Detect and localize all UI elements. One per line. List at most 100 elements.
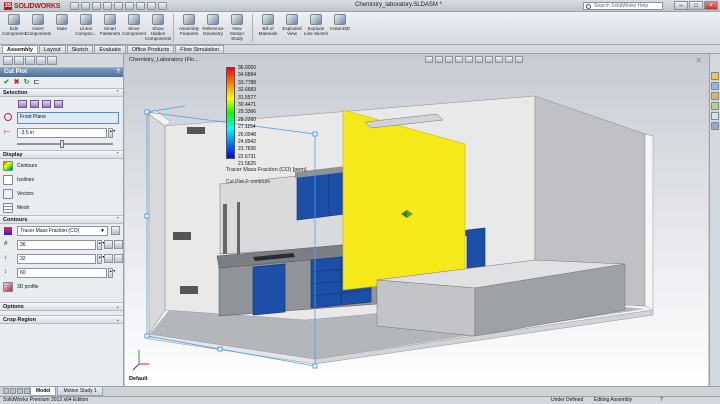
tab-layout[interactable]: Layout bbox=[39, 45, 66, 53]
ribbon-button[interactable]: New Motion Study bbox=[225, 12, 249, 44]
section-contours[interactable]: Contours ⌃ bbox=[0, 215, 123, 224]
ribbon-button[interactable]: Assembly Features bbox=[177, 12, 201, 44]
maximize-button[interactable]: □ bbox=[689, 1, 703, 10]
tab-motion-study[interactable]: Motion Study 1 bbox=[57, 387, 103, 396]
help-icon[interactable]: ? bbox=[116, 68, 120, 77]
ribbon-button[interactable]: Show Hidden Components bbox=[145, 12, 171, 44]
display-option-mesh[interactable]: Mesh bbox=[0, 201, 123, 215]
box-handle[interactable] bbox=[217, 346, 223, 352]
file-explorer-icon[interactable] bbox=[711, 92, 719, 100]
tab-model[interactable]: Model bbox=[30, 387, 57, 396]
ribbon-button-label: Mate bbox=[56, 26, 68, 31]
minimize-button[interactable]: – bbox=[674, 1, 688, 10]
ribbon-button[interactable]: Edit Component bbox=[2, 12, 26, 44]
last-tab-icon[interactable] bbox=[24, 388, 30, 394]
ribbon-button[interactable]: Reference Geometry bbox=[201, 12, 225, 44]
new-document-icon[interactable] bbox=[81, 1, 91, 10]
levels-option-button[interactable] bbox=[104, 240, 113, 249]
edge-filter-icon[interactable] bbox=[42, 100, 51, 108]
max-value-spinner[interactable]: ▲▼ bbox=[97, 254, 105, 264]
vent-left-low bbox=[180, 286, 198, 294]
undo-icon[interactable] bbox=[125, 1, 135, 10]
ribbon-button[interactable]: Move Component bbox=[122, 12, 146, 44]
ribbon-button[interactable]: Smart Fasteners bbox=[98, 12, 122, 44]
plane-field[interactable]: Front Plane bbox=[17, 112, 119, 124]
section-crop-region[interactable]: Crop Region ⌄ bbox=[0, 315, 123, 324]
first-tab-icon[interactable] bbox=[3, 388, 9, 394]
component-filter-icon[interactable] bbox=[54, 100, 63, 108]
dimxpert-tab-icon[interactable] bbox=[36, 56, 46, 65]
status-help-icon[interactable]: ? bbox=[660, 397, 663, 404]
offset-field[interactable]: -3.5 in bbox=[17, 128, 107, 138]
next-tab-icon[interactable] bbox=[17, 388, 23, 394]
rebuild-icon[interactable] bbox=[147, 1, 157, 10]
levels-reset-button[interactable] bbox=[114, 240, 123, 249]
pushpin-icon[interactable]: ⊏ bbox=[33, 79, 40, 86]
open-icon[interactable] bbox=[92, 1, 102, 10]
tab-flow-simulation[interactable]: Flow Simulation bbox=[175, 45, 225, 53]
select-icon[interactable] bbox=[136, 1, 146, 10]
max-value-field[interactable]: 32 bbox=[17, 254, 96, 264]
offset-spinner[interactable]: ▲▼ bbox=[108, 128, 116, 138]
ribbon-button[interactable]: Mate bbox=[50, 12, 74, 44]
profile-option[interactable]: 3D profile bbox=[0, 280, 123, 294]
box-handle[interactable] bbox=[144, 109, 150, 115]
ribbon-button[interactable]: Explode Line Sketch bbox=[304, 12, 328, 44]
tab-evaluate[interactable]: Evaluate bbox=[94, 45, 126, 53]
tab-office-products[interactable]: Office Products bbox=[126, 45, 175, 53]
max-value-option-button[interactable] bbox=[104, 254, 113, 263]
print-icon[interactable] bbox=[114, 1, 124, 10]
parameter-select[interactable]: Tracer Mass Fraction (CO) ▼ bbox=[17, 226, 108, 236]
tab-assembly[interactable]: Assembly bbox=[2, 45, 38, 53]
tab-sketch[interactable]: Sketch bbox=[66, 45, 94, 53]
ribbon-button[interactable]: Linear Compon... bbox=[74, 12, 98, 44]
view-palette-icon[interactable] bbox=[711, 102, 719, 110]
levels-spinner[interactable]: ▲▼ bbox=[97, 240, 105, 250]
section-display[interactable]: Display ⌃ bbox=[0, 150, 123, 159]
ribbon-button[interactable]: Bill of Materials bbox=[256, 12, 280, 44]
property-manager-tab-icon[interactable] bbox=[14, 56, 24, 65]
display-manager-tab-icon[interactable] bbox=[47, 56, 57, 65]
app-logo[interactable]: 3S SOLIDWORKS bbox=[4, 1, 60, 10]
parameter-settings-button[interactable] bbox=[111, 226, 120, 235]
display-option-vectors[interactable]: Vectors bbox=[0, 187, 123, 201]
left-wall bbox=[148, 113, 166, 335]
section-options[interactable]: Options ⌄ bbox=[0, 302, 123, 311]
section-selection[interactable]: Selection ⌃ bbox=[0, 88, 123, 97]
slider-knob[interactable] bbox=[60, 140, 65, 148]
resources-icon[interactable] bbox=[711, 72, 719, 80]
configuration-tab-icon[interactable] bbox=[25, 56, 35, 65]
close-button[interactable]: × bbox=[704, 1, 718, 10]
plane-filter-icon[interactable] bbox=[18, 100, 27, 108]
chevron-down-icon: ⌄ bbox=[115, 317, 120, 323]
ok-button[interactable]: ✔ bbox=[3, 79, 10, 86]
ribbon-button[interactable]: Instant3D bbox=[328, 12, 352, 44]
display-option-isolines[interactable]: Isolines bbox=[0, 173, 123, 187]
ribbon-button[interactable]: Insert Components bbox=[25, 12, 51, 44]
help-search-input[interactable]: Search SolidWorks Help bbox=[583, 2, 663, 10]
ribbon-button[interactable]: Exploded View bbox=[280, 12, 304, 44]
appearances-icon[interactable] bbox=[711, 112, 719, 120]
save-icon[interactable] bbox=[103, 1, 113, 10]
max-value-reset-button[interactable] bbox=[114, 254, 123, 263]
face-filter-icon[interactable] bbox=[30, 100, 39, 108]
options-icon[interactable] bbox=[158, 1, 168, 10]
min-value-spinner[interactable]: ▲▼ bbox=[108, 268, 116, 278]
prev-tab-icon[interactable] bbox=[10, 388, 16, 394]
design-library-icon[interactable] bbox=[711, 82, 719, 90]
box-handle[interactable] bbox=[312, 131, 318, 137]
offset-slider[interactable] bbox=[17, 140, 113, 148]
display-option-contours[interactable]: Contours bbox=[0, 159, 123, 173]
apply-button[interactable]: ↻ bbox=[23, 79, 30, 86]
box-handle[interactable] bbox=[144, 333, 150, 339]
feature-tree-tab-icon[interactable] bbox=[3, 56, 13, 65]
box-handle[interactable] bbox=[312, 363, 318, 369]
cancel-button[interactable]: ✖ bbox=[13, 79, 20, 86]
ribbon-button-label: New Motion Study bbox=[230, 26, 244, 41]
box-handle[interactable] bbox=[144, 213, 150, 219]
home-icon[interactable] bbox=[70, 1, 80, 10]
graphics-area[interactable]: Chemistry_Laboratory (Flo... ✕ 36.0000 3… bbox=[125, 54, 708, 386]
min-value-field[interactable]: 60 bbox=[17, 268, 107, 278]
custom-properties-icon[interactable] bbox=[711, 122, 719, 130]
levels-field[interactable]: 36 bbox=[17, 240, 96, 250]
